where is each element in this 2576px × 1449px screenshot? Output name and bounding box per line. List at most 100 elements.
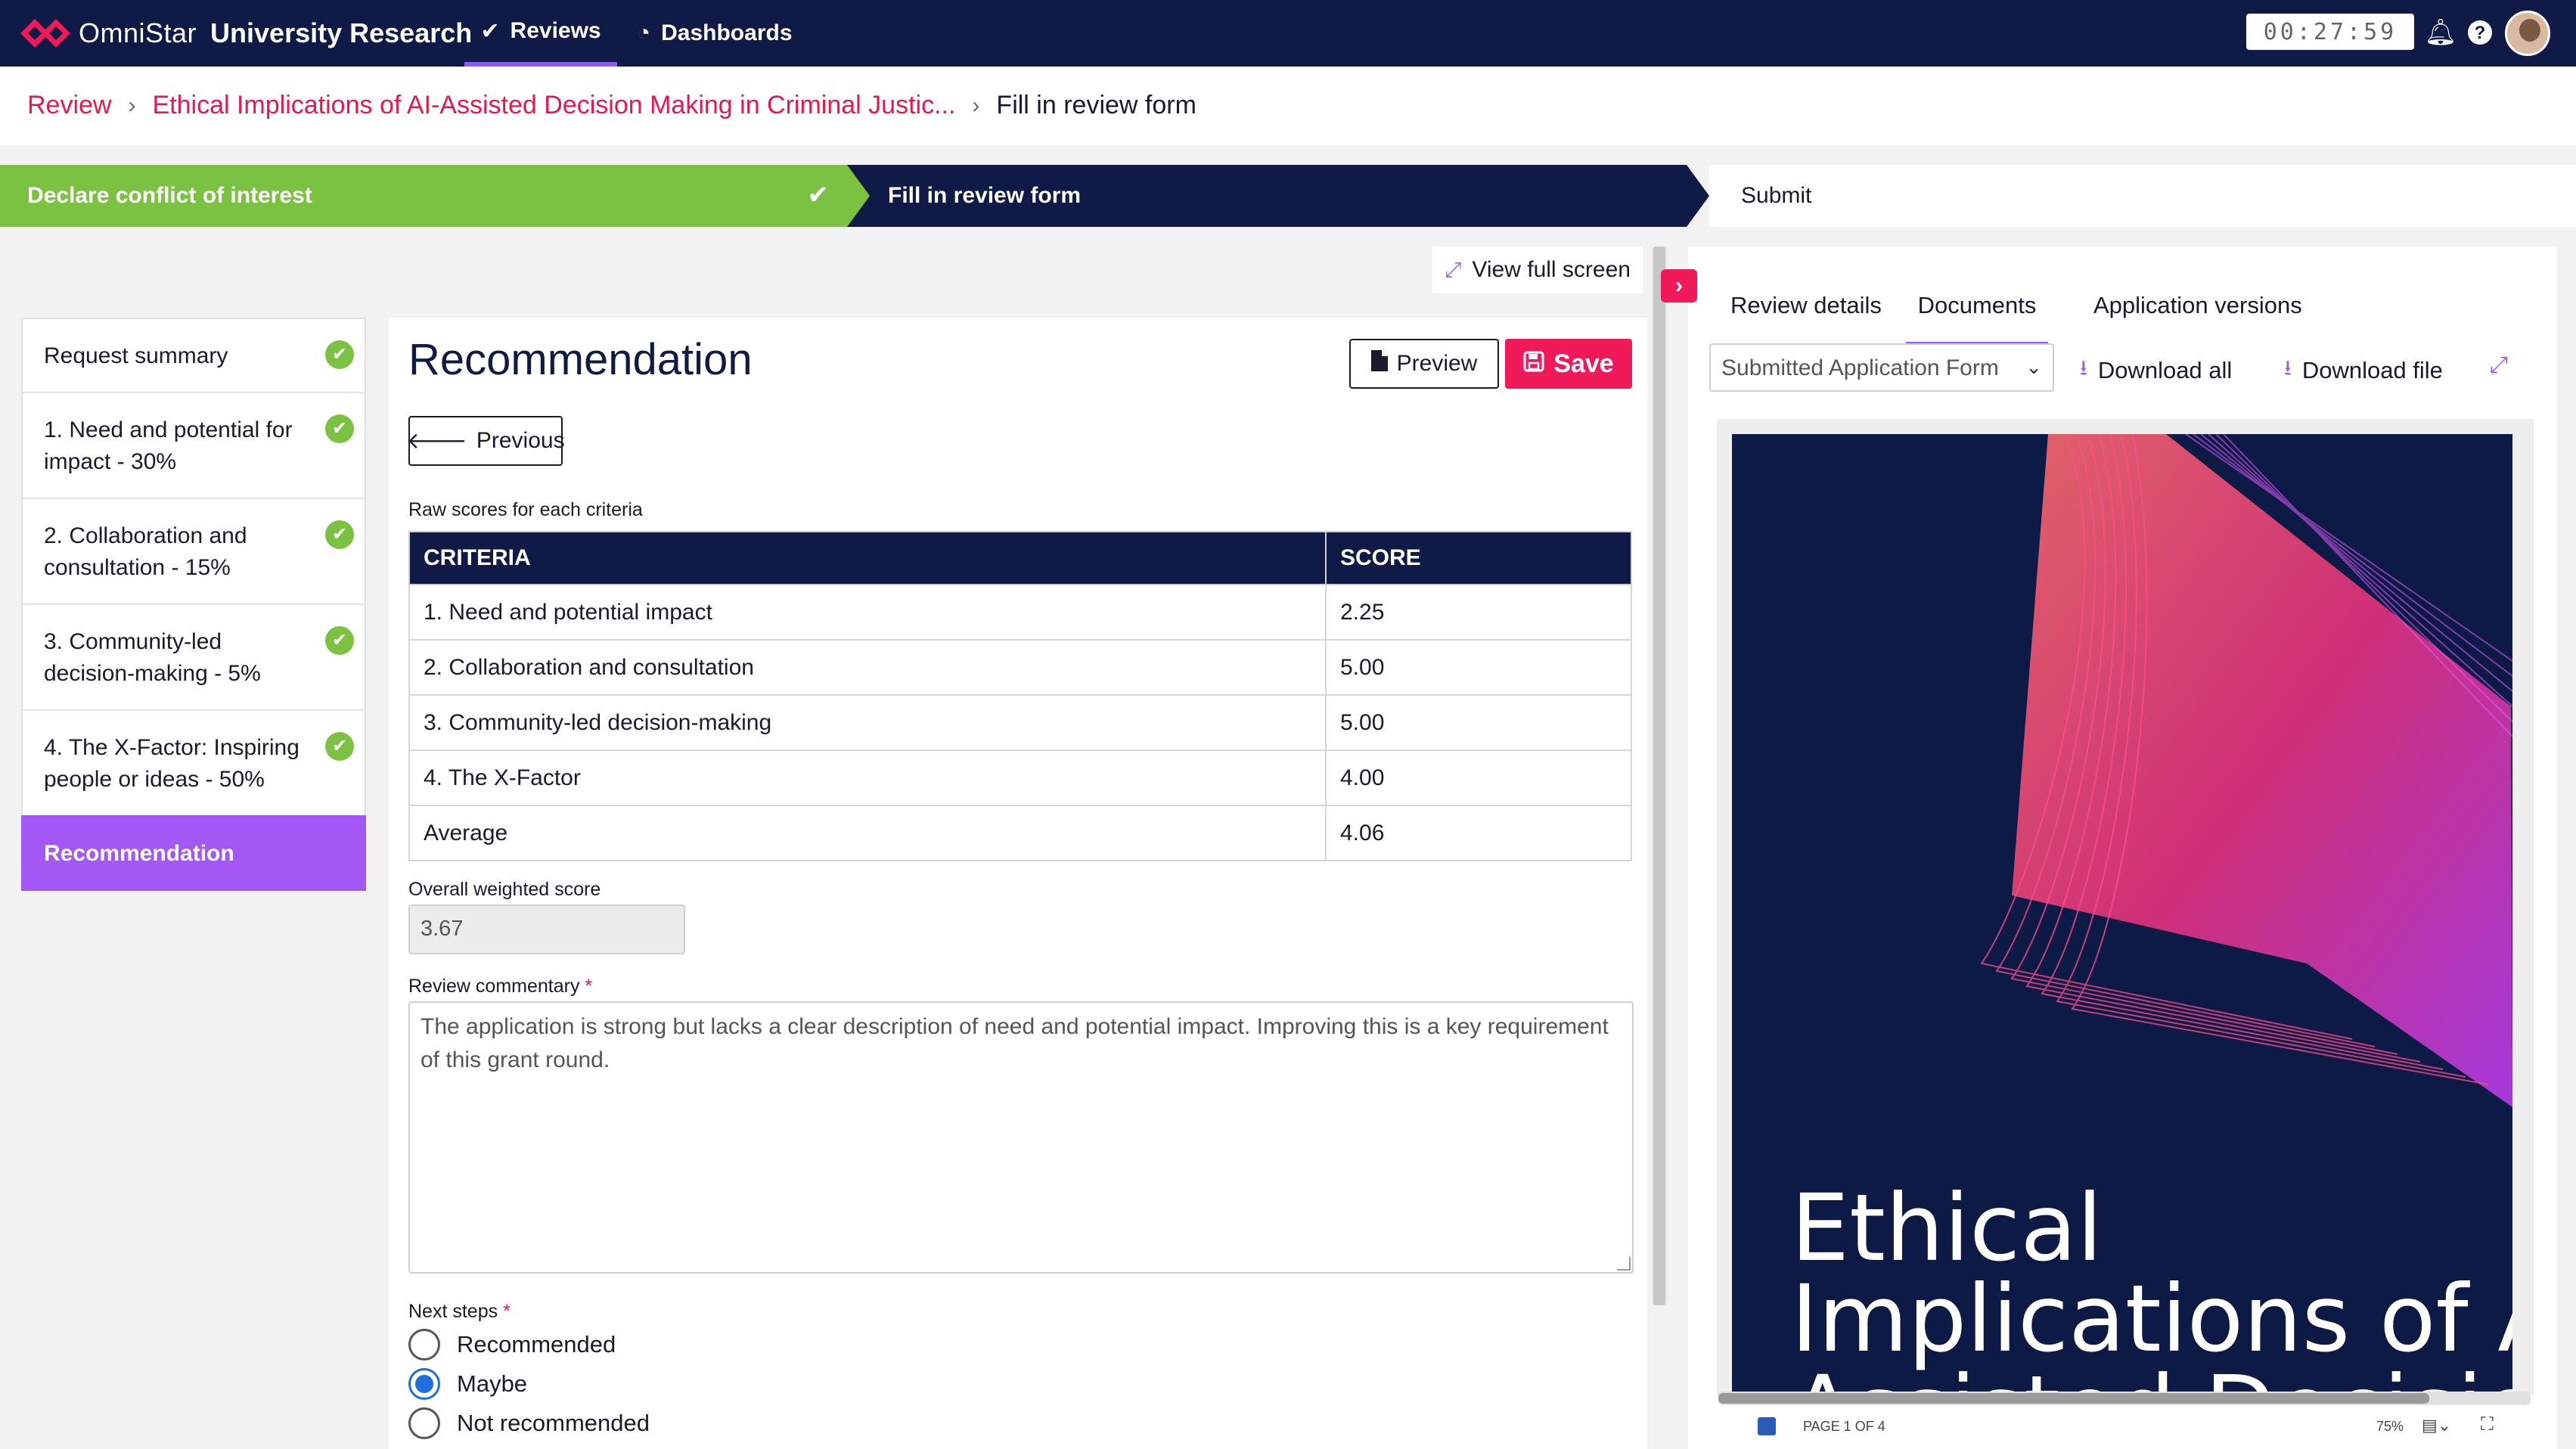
save-label: Save (1553, 349, 1614, 378)
check-circle-icon: ✔ (325, 732, 354, 761)
download-file-label: Download file (2301, 357, 2443, 383)
sidebar-item-label: 4. The X-Factor: Inspiring people or ide… (44, 735, 299, 792)
documents-panel: Review details Documents Application ver… (1688, 247, 2556, 1449)
column-header-criteria: CRITERIA (408, 531, 1327, 585)
chevron-down-icon: ⌄ (2025, 355, 2042, 378)
weighted-score-label: Overall weighted score (408, 879, 601, 900)
score-cell: 5.00 (1325, 694, 1632, 751)
download-all-button[interactable]: ⭳ Download all (2080, 352, 2232, 389)
save-button[interactable]: Save (1505, 339, 1632, 389)
radio-button[interactable] (408, 1368, 440, 1400)
step-submit: Submit (1709, 165, 2576, 227)
floppy-disk-icon (1523, 349, 1544, 379)
download-icon: ⭳ (2080, 356, 2087, 380)
preview-label: Preview (1396, 351, 1478, 376)
chevron-right-icon: › (1675, 273, 1683, 298)
sidebar-item-label: Recommendation (44, 841, 234, 866)
next-steps-label-text: Next steps (408, 1301, 498, 1322)
radio-not-recommended[interactable]: Not recommended (408, 1405, 650, 1441)
breadcrumb-bar: Review › Ethical Implications of AI-Assi… (0, 67, 2576, 145)
document-select-value: Submitted Application Form (1721, 355, 1999, 380)
viewer-horizontal-scrollbar[interactable] (1718, 1392, 2531, 1405)
check-icon: ✔ (807, 181, 830, 209)
scores-table: CRITERIA SCORE 1. Need and potential imp… (408, 531, 1632, 861)
dashboard-icon: ◔ (637, 20, 651, 45)
review-form-panel: Recommendation Preview Save 🡐 Previous R… (389, 318, 1647, 1449)
tab-application-versions[interactable]: Application versions (2093, 269, 2302, 345)
nav-reviews-label: Reviews (510, 18, 601, 43)
sidebar-item-recommendation[interactable]: Recommendation (21, 815, 366, 891)
breadcrumb-review[interactable]: Review (27, 91, 111, 120)
chevron-right-icon: › (128, 92, 136, 118)
step-fill-label: Fill in review form (888, 183, 1082, 208)
tab-documents[interactable]: Documents (1906, 269, 2048, 345)
column-header-score: SCORE (1325, 531, 1632, 585)
check-circle-icon: ✔ (325, 340, 354, 369)
radio-button[interactable] (408, 1407, 440, 1439)
fit-screen-icon[interactable]: ⛶ (2481, 1414, 2494, 1435)
resize-handle-icon[interactable] (1617, 1257, 1631, 1271)
sidebar-item-label: 1. Need and potential for impact - 30% (44, 417, 293, 474)
word-doc-icon (1758, 1417, 1776, 1435)
document-title-line: Assisted Decisio (1791, 1364, 2512, 1393)
check-circle-icon: ✔ (325, 520, 354, 549)
next-steps-label: Next steps * (408, 1301, 511, 1323)
tab-review-details[interactable]: Review details (1730, 269, 1882, 345)
brand-name: OmniStar (79, 17, 197, 48)
page-view-icon[interactable]: ▤⌄ (2422, 1416, 2451, 1435)
zoom-level[interactable]: 75% (2376, 1419, 2404, 1435)
expand-viewer-icon[interactable]: ⤢ (2490, 352, 2508, 378)
progress-stepper: Submit Fill in review form Declare confl… (0, 165, 2576, 227)
commentary-text: The application is strong but lacks a cl… (421, 1014, 1609, 1072)
document-title: Ethical Implications of A Assisted Decis… (1791, 1182, 2512, 1393)
scrollbar-thumb[interactable] (1653, 247, 1665, 1305)
score-cell: 5.00 (1325, 639, 1632, 696)
criteria-cell: 1. Need and potential impact (408, 584, 1327, 641)
scrollbar-thumb[interactable] (1718, 1393, 2429, 1404)
required-marker: * (503, 1301, 511, 1322)
radio-maybe[interactable]: Maybe (408, 1366, 527, 1402)
radio-button[interactable] (408, 1329, 440, 1361)
form-scrollbar[interactable] (1652, 247, 1667, 1305)
step-declare-conflict[interactable]: Declare conflict of interest ✔ (0, 165, 870, 227)
radio-label: Maybe (457, 1370, 528, 1397)
sidebar-item-community-led[interactable]: 3. Community-led decision-making - 5% ✔ (21, 603, 366, 709)
nav-reviews[interactable]: ✔ Reviews (464, 0, 617, 67)
document-page: Ethical Implications of A Assisted Decis… (1732, 434, 2512, 1393)
preview-button[interactable]: Preview (1349, 339, 1499, 389)
avatar[interactable] (2505, 11, 2550, 56)
sidebar-item-need-impact[interactable]: 1. Need and potential for impact - 30% ✔ (21, 392, 366, 498)
step-fill-review-form: Fill in review form (847, 165, 1709, 227)
radio-label: Recommended (457, 1331, 616, 1357)
brand-logo[interactable]: OmniStar University Research (20, 15, 472, 51)
check-icon: ✔ (480, 18, 500, 44)
table-row: Average 4.06 (408, 805, 1632, 861)
sidebar-item-request-summary[interactable]: Request summary ✔ (21, 318, 366, 392)
bell-icon[interactable]: 🔔︎ (2423, 15, 2458, 50)
nav-dashboards-label: Dashboards (661, 20, 793, 45)
omnistar-logo-icon (20, 19, 70, 48)
view-full-screen-label: View full screen (1472, 257, 1631, 282)
document-viewer[interactable]: Ethical Implications of A Assisted Decis… (1717, 419, 2534, 1395)
sidebar-item-collaboration[interactable]: 2. Collaboration and consultation - 15% … (21, 498, 366, 603)
arrow-left-icon: 🡐 (406, 429, 467, 454)
sidebar-item-x-factor[interactable]: 4. The X-Factor: Inspiring people or ide… (21, 709, 366, 815)
download-file-button[interactable]: ⭳ Download file (2284, 352, 2443, 389)
score-cell: 4.06 (1325, 805, 1632, 861)
page-indicator: PAGE 1 OF 4 (1803, 1419, 1885, 1434)
radio-recommended[interactable]: Recommended (408, 1326, 616, 1363)
review-commentary-textarea[interactable]: The application is strong but lacks a cl… (408, 1001, 1634, 1274)
step-declare-label: Declare conflict of interest (27, 183, 312, 208)
document-title-line: Implications of A (1791, 1265, 2512, 1373)
document-select[interactable]: Submitted Application Form ⌄ (1709, 343, 2054, 392)
nav-dashboards[interactable]: ◔ Dashboards (637, 0, 793, 67)
help-icon[interactable]: ? (2463, 15, 2497, 50)
table-row: 3. Community-led decision-making 5.00 (408, 694, 1632, 751)
previous-button[interactable]: 🡐 Previous (406, 416, 565, 466)
view-full-screen-button[interactable]: ⤢ View full screen (1432, 247, 1643, 293)
breadcrumb-current: Fill in review form (996, 91, 1196, 119)
breadcrumb-application[interactable]: Ethical Implications of AI-Assisted Deci… (152, 91, 955, 120)
collapse-panel-button[interactable]: › (1661, 269, 1697, 303)
top-navigation-bar: OmniStar University Research ✔ Reviews ◔… (0, 0, 2576, 67)
check-circle-icon: ✔ (325, 626, 354, 655)
